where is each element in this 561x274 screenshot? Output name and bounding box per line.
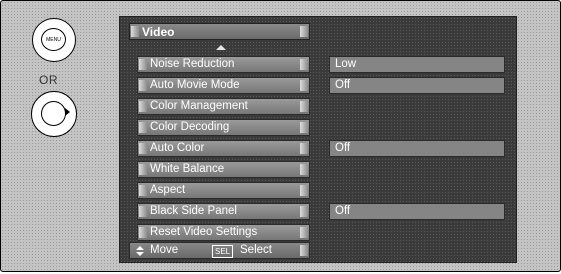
title-right-cap [300,26,308,37]
item-right-cap [300,59,308,70]
item-right-cap [300,227,308,238]
title-left-cap [131,26,139,37]
menu-item-auto-movie-mode[interactable]: Auto Movie Mode [137,77,310,94]
item-right-cap [300,185,308,196]
video-menu-panel: Video Noise Reduction Low Auto Movie Mod… [119,16,517,263]
menu-item-value: Off [335,79,351,91]
item-left-cap [139,122,147,133]
instruction-frame: MENU OR Video Noise Reduction Low Auto M… [0,0,561,272]
menu-item-label: Noise Reduction [150,58,235,70]
right-arrow-icon [65,108,70,116]
item-right-cap [300,143,308,154]
menu-item-label: Color Decoding [150,121,230,133]
menu-button-icon: MENU [32,18,76,62]
menu-item-aspect[interactable]: Aspect [137,182,310,199]
item-right-cap [300,164,308,175]
menu-title: Video [142,25,175,39]
select-hint-label: Select [240,244,272,256]
value-auto-movie-mode[interactable]: Off [329,77,505,94]
menu-button-label: MENU [41,28,66,51]
item-left-cap [139,101,147,112]
item-left-cap [139,185,147,196]
menu-item-value: Low [335,58,357,70]
value-noise-reduction[interactable]: Low [329,56,505,73]
item-left-cap [139,59,147,70]
menu-item-auto-color[interactable]: Auto Color [137,140,310,157]
menu-item-label: White Balance [150,163,225,175]
value-black-side-panel[interactable]: Off [329,203,505,220]
item-right-cap [300,101,308,112]
menu-item-label: Aspect [150,184,186,196]
menu-item-label: Auto Movie Mode [150,79,240,91]
menu-item-value: Off [335,142,351,154]
item-right-cap [300,80,308,91]
item-left-cap [139,164,147,175]
menu-footer: Move SEL Select [129,242,310,259]
footer-right-cap [300,245,308,256]
up-down-arrow-icon [136,246,144,257]
navigation-pad-icon [31,91,77,137]
navigation-center-icon [41,101,66,126]
menu-item-color-management[interactable]: Color Management [137,98,310,115]
item-right-cap [300,122,308,133]
or-label: OR [39,73,58,87]
menu-item-label: Reset Video Settings [150,226,258,238]
menu-item-reset-video-settings[interactable]: Reset Video Settings [137,224,310,241]
select-key-icon: SEL [212,245,234,258]
menu-item-label: Auto Color [150,142,205,154]
menu-item-noise-reduction[interactable]: Noise Reduction [137,56,310,73]
menu-item-value: Off [335,205,351,217]
move-hint-label: Move [150,244,179,256]
item-left-cap [139,206,147,217]
item-right-cap [300,206,308,217]
value-auto-color[interactable]: Off [329,140,505,157]
item-left-cap [139,227,147,238]
menu-item-color-decoding[interactable]: Color Decoding [137,119,310,136]
item-left-cap [139,143,147,154]
menu-item-black-side-panel[interactable]: Black Side Panel [137,203,310,220]
scroll-up-arrow-icon [216,45,226,50]
item-left-cap [139,80,147,91]
menu-title-bar: Video [129,23,310,40]
menu-item-label: Black Side Panel [150,205,237,217]
menu-item-white-balance[interactable]: White Balance [137,161,310,178]
menu-item-label: Color Management [150,100,248,112]
